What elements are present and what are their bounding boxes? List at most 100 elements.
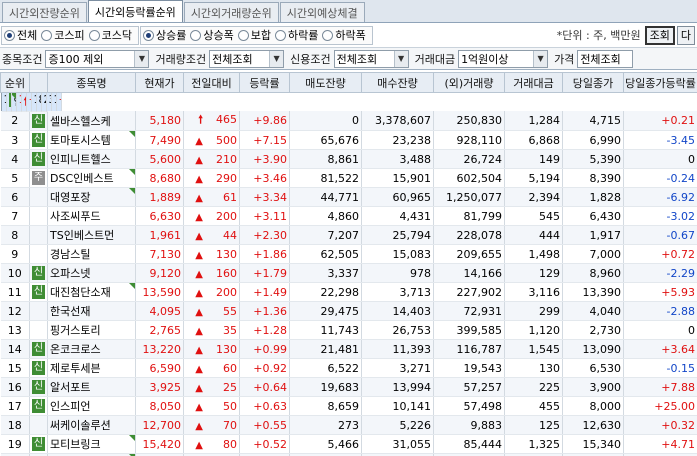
stock-name[interactable]: 알서포트 <box>50 381 90 394</box>
inquiry-button[interactable]: 조회 <box>644 25 675 45</box>
stock-name-cell[interactable]: 인피니트헬스 <box>47 149 136 169</box>
table-row[interactable]: 11 신 대진첨단소재 13,590 ▲ 200 +1.49 22,298 3,713 227,9… <box>0 282 697 302</box>
stock-name-cell[interactable]: 온코크로스 <box>47 339 136 359</box>
chevron-down-icon[interactable]: ▼ <box>134 50 149 67</box>
table-row[interactable]: 8 TS인베스트먼 1,961 ▲ 44 +2.30 7,207 25,794 228,078 4… <box>0 225 697 245</box>
chevron-down-icon[interactable]: ▼ <box>533 50 548 67</box>
bid-remaining-cell: 978 <box>361 263 434 283</box>
stock-name-cell[interactable]: 대영포장 <box>47 187 136 207</box>
table-row[interactable]: 14 신 온코크로스 13,220 ▲ 130 +0.99 21,481 11,393 116,7… <box>0 339 697 359</box>
stock-name[interactable]: 대영포장 <box>50 191 90 204</box>
radio-rise-amount[interactable]: 상승폭 <box>190 27 234 43</box>
stock-name[interactable]: 대진첨단소재 <box>50 286 111 299</box>
tab-afterhours-volume-rank[interactable]: 시간외거래량순위 <box>183 2 279 22</box>
col-credit-code[interactable] <box>29 72 48 93</box>
table-row[interactable]: 17 신 인스피언 8,050 ▲ 50 +0.63 8,659 10,141 57,498 455… <box>0 396 697 416</box>
col-price[interactable]: 현재가 <box>135 72 184 93</box>
stock-name[interactable]: DSC인베스트 <box>50 172 114 185</box>
radio-dot[interactable] <box>322 29 334 41</box>
radio-dot[interactable] <box>143 29 154 41</box>
stock-name[interactable]: 셀바스헬스케 <box>50 115 111 128</box>
table-row[interactable]: 18 써케이솔루션 12,700 ▲ 70 +0.55 273 5,226 9,883 125 12… <box>0 415 697 435</box>
radio-unchanged[interactable]: 보합 <box>237 27 271 43</box>
stock-name-cell[interactable]: 알서포트 <box>47 377 136 397</box>
stock-name-cell[interactable]: 모티브링크 <box>47 434 136 454</box>
table-row[interactable]: 19 신 모티브링크 15,420 ▲ 80 +0.52 5,466 31,055 85,444 1… <box>0 434 697 454</box>
table-row[interactable]: 12 한국선재 4,095 ▲ 55 +1.36 29,475 14,403 72,931 299… <box>0 301 697 321</box>
stock-name-cell[interactable]: 대진첨단소재 <box>47 282 136 302</box>
table-row[interactable]: 16 신 알서포트 3,925 ▲ 25 +0.64 19,683 13,994 57,257 22… <box>0 377 697 397</box>
stock-name[interactable]: 오파스넷 <box>50 267 90 280</box>
table-row[interactable]: 3 신 토마토시스템 7,490 ▲ 500 +7.15 65,676 23,238 928,11… <box>0 130 697 150</box>
chevron-down-icon[interactable]: ▼ <box>269 50 284 67</box>
stock-name-cell[interactable]: 인스피언 <box>47 396 136 416</box>
table-row[interactable]: 4 신 인피니트헬스 5,600 ▲ 210 +3.90 8,861 3,488 26,724 14… <box>0 149 697 169</box>
stock-name-cell[interactable]: 한국선재 <box>47 301 136 321</box>
col-ask-remaining[interactable]: 매도잔량 <box>289 72 362 93</box>
stock-name[interactable]: 인피니트헬스 <box>50 153 111 166</box>
tab-afterhours-expected-execution[interactable]: 시간외예상체결 <box>279 2 365 22</box>
stock-name-cell[interactable]: 토마토시스템 <box>47 130 136 150</box>
radio-dot[interactable] <box>88 29 100 41</box>
radio-market-kospi[interactable]: 코스피 <box>41 27 85 43</box>
stock-name-cell[interactable]: 사조씨푸드 <box>47 206 136 226</box>
col-rate[interactable]: 등락률 <box>239 72 290 93</box>
table-row[interactable]: 5 주 DSC인베스트 8,680 ▲ 290 +3.46 81,522 15,901 602,5… <box>0 168 697 188</box>
stock-name[interactable]: 한국선재 <box>50 305 90 318</box>
tab-afterhours-change-rate-rank[interactable]: 시간외등락률순위 <box>87 0 183 22</box>
stock-name[interactable]: 온코크로스 <box>50 343 101 356</box>
trade-amount-select[interactable]: 1억원이상 ▼ <box>458 49 549 68</box>
col-volume[interactable]: (외)거래량 <box>433 72 505 93</box>
credit-condition-select[interactable]: 전체조회 ▼ <box>333 49 409 68</box>
table-row[interactable]: 6 대영포장 1,889 ▲ 61 +3.34 44,771 60,965 1,250,077 2… <box>0 187 697 207</box>
stock-name[interactable]: TS인베스트먼 <box>50 229 114 242</box>
table-row[interactable]: 1신인성정보1,816🠕165+9.9911,2298,883208,20237… <box>0 92 62 112</box>
table-row[interactable]: 13 핑거스토리 2,765 ▲ 35 +1.28 11,743 26,753 399,585 1… <box>0 320 697 340</box>
table-row[interactable]: 10 신 오파스넷 9,120 ▲ 160 +1.79 3,337 978 14,166 129 8,… <box>0 263 697 283</box>
col-close-rate[interactable]: 당일종가등락률 <box>623 72 697 93</box>
item-condition-select[interactable]: 증100 제외 ▼ <box>45 49 150 68</box>
stock-name-cell[interactable]: 핑거스토리 <box>47 320 136 340</box>
stock-name[interactable]: 핑거스토리 <box>50 324 101 337</box>
stock-name[interactable]: 써케이솔루션 <box>50 419 111 432</box>
radio-dot[interactable] <box>4 29 15 41</box>
radio-market-kosdaq[interactable]: 코스닥 <box>88 27 132 43</box>
radio-rise-rate[interactable]: 상승률 <box>143 27 186 43</box>
radio-dot[interactable] <box>275 29 286 41</box>
chevron-down-icon[interactable]: ▼ <box>393 50 408 67</box>
stock-name[interactable]: 경남스틸 <box>50 248 90 261</box>
tab-afterhours-remaining-rank[interactable]: 시간외잔량순위 <box>2 2 87 22</box>
col-trade-amount[interactable]: 거래대금 <box>504 72 563 93</box>
col-name[interactable]: 종목명 <box>47 72 136 93</box>
radio-fall-amount[interactable]: 하락폭 <box>322 27 366 43</box>
radio-fall-rate[interactable]: 하락률 <box>275 27 318 43</box>
radio-dot[interactable] <box>41 29 53 41</box>
radio-market-all[interactable]: 전체 <box>4 27 37 43</box>
stock-name-cell[interactable]: 오파스넷 <box>47 263 136 283</box>
table-row[interactable]: 9 경남스틸 7,130 ▲ 130 +1.86 62,505 15,083 209,655 1,… <box>0 244 697 264</box>
volume-condition-select[interactable]: 전체조회 ▼ <box>209 49 285 68</box>
radio-dot[interactable] <box>190 29 202 41</box>
table-row[interactable]: 2 신 셀바스헬스케 5,180 🠕 465 +9.86 0 3,378,607 250,830 1… <box>0 111 697 131</box>
stock-name-cell[interactable]: 셀바스헬스케 <box>47 111 136 131</box>
col-change[interactable]: 전일대비 <box>183 72 240 93</box>
stock-name[interactable]: 모티브링크 <box>50 438 101 451</box>
stock-name-cell[interactable]: DSC인베스트 <box>47 168 136 188</box>
stock-name[interactable]: 제로투세븐 <box>50 362 101 375</box>
stock-name[interactable]: 토마토시스템 <box>50 134 111 147</box>
table-row[interactable]: 7 사조씨푸드 6,630 ▲ 200 +3.11 4,860 4,431 81,799 545 6… <box>0 206 697 226</box>
radio-dot[interactable] <box>237 29 249 41</box>
stock-name-cell[interactable]: 써케이솔루션 <box>47 415 136 435</box>
stock-name-cell[interactable]: 제로투세븐 <box>47 358 136 378</box>
stock-name-cell[interactable]: TS인베스트먼 <box>47 225 136 245</box>
col-rank[interactable]: 순위 <box>0 72 30 93</box>
stock-name[interactable]: 인스피언 <box>50 400 90 413</box>
next-button[interactable]: 다 <box>676 25 695 45</box>
price-input[interactable]: 전체조회 <box>577 49 634 68</box>
col-close[interactable]: 당일종가 <box>562 72 624 93</box>
stock-name[interactable]: 사조씨푸드 <box>50 210 101 223</box>
stock-name-cell[interactable]: 인성정보 <box>11 92 17 112</box>
table-row[interactable]: 15 신 제로투세븐 6,590 ▲ 60 +0.92 6,522 3,271 19,543 130… <box>0 358 697 378</box>
stock-name-cell[interactable]: 경남스틸 <box>47 244 136 264</box>
col-bid-remaining[interactable]: 매수잔량 <box>361 72 434 93</box>
